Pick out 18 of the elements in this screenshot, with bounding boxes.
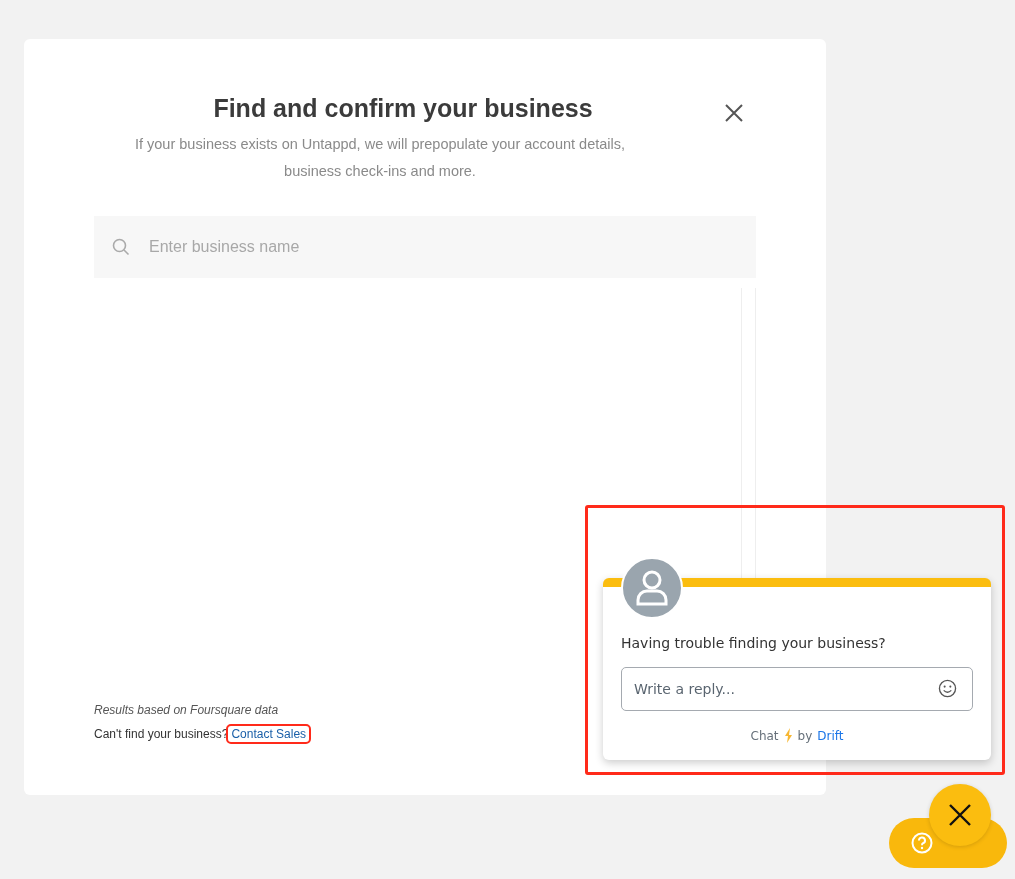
contact-sales-link[interactable]: Contact Sales — [228, 726, 310, 742]
prompt-text: Can't find your business? — [94, 727, 229, 741]
search-field[interactable]: Enter business name — [94, 216, 756, 278]
close-icon[interactable] — [724, 103, 744, 123]
emoji-icon[interactable] — [938, 679, 957, 698]
chat-footer-text: Chat — [750, 728, 779, 743]
close-button[interactable] — [929, 784, 991, 846]
dialog-description: If your business exists on Untappd, we will prepopulate your account details, business check-ins and more. — [133, 135, 627, 181]
lightning-icon — [783, 728, 793, 743]
close-icon — [948, 803, 972, 827]
dialog-title: Find and confirm your business — [212, 93, 594, 123]
drift-link[interactable]: Drift — [817, 728, 844, 743]
source-note: Results based on Foursquare data — [94, 703, 279, 717]
search-icon — [112, 238, 130, 256]
chat-footer-text: by — [797, 728, 813, 743]
reply-field[interactable]: Write a reply... — [621, 667, 973, 711]
chat-message: Having trouble finding your business? — [621, 635, 887, 651]
help-icon — [911, 832, 933, 854]
